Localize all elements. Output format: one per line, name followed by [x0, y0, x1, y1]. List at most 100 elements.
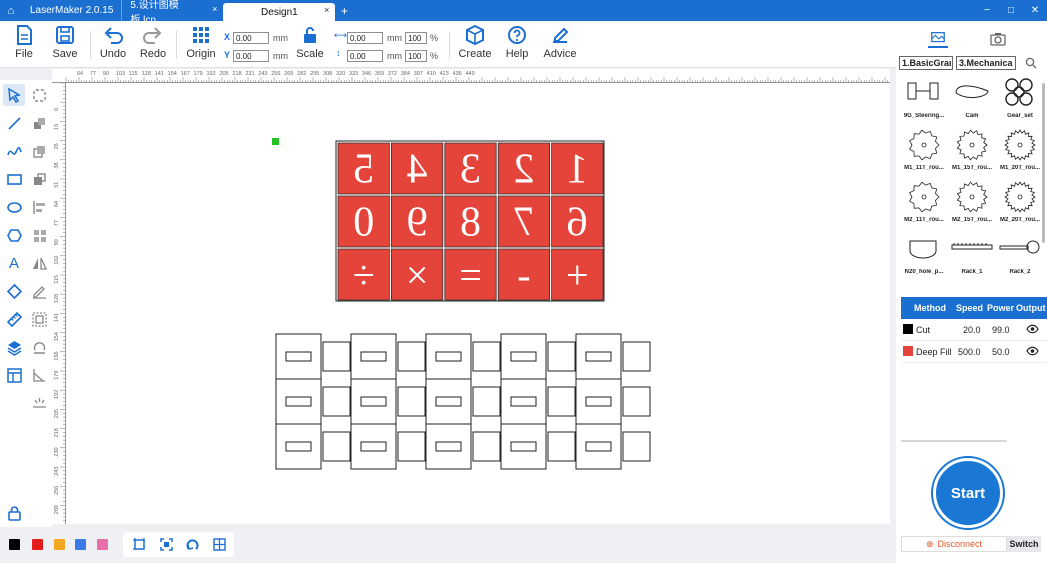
box-large[interactable] — [350, 423, 397, 470]
subtract-tool[interactable] — [28, 168, 50, 190]
library-item[interactable]: M2_11T_rou... — [900, 179, 948, 227]
box-large[interactable] — [575, 333, 622, 380]
rectangle-tool[interactable] — [3, 168, 25, 190]
layer-row-deep-fill[interactable]: Deep Fill 500.0 50.0 — [901, 341, 1047, 363]
undo-button[interactable]: Undo — [93, 24, 133, 60]
select-tool[interactable] — [3, 84, 25, 106]
library-item[interactable]: M1_20T_rou... — [996, 127, 1044, 175]
box-large[interactable] — [275, 378, 322, 425]
lock-canvas-button[interactable] — [3, 502, 25, 524]
edit-path-tool[interactable] — [28, 280, 50, 302]
box-grid-design[interactable] — [275, 333, 651, 470]
width-input[interactable] — [347, 32, 383, 44]
library-item[interactable]: Cam — [948, 75, 996, 123]
box-large[interactable] — [425, 333, 472, 380]
origin-button[interactable]: Origin — [181, 24, 221, 60]
box-small[interactable] — [547, 386, 576, 417]
fit-selection-icon[interactable] — [159, 537, 174, 552]
minimize-icon[interactable]: − — [975, 0, 999, 21]
save-button[interactable]: Save — [45, 24, 85, 60]
switch-button[interactable]: Switch — [1007, 536, 1041, 552]
close-window-icon[interactable]: ✕ — [1023, 0, 1047, 21]
box-small[interactable] — [322, 341, 351, 372]
category-select-mechanical[interactable]: 3.Mechanica ▾ — [956, 56, 1016, 70]
tab-camera-icon[interactable] — [988, 30, 1008, 48]
box-large[interactable] — [500, 423, 547, 470]
x-position-input[interactable] — [233, 32, 269, 44]
align-tool[interactable] — [28, 196, 50, 218]
box-small[interactable] — [622, 386, 651, 417]
home-icon[interactable]: ⌂ — [0, 0, 22, 21]
redo-button[interactable]: Redo — [133, 24, 173, 60]
box-large[interactable] — [350, 378, 397, 425]
library-scrollbar[interactable] — [1042, 83, 1045, 243]
library-item[interactable]: Gear_set — [996, 75, 1044, 123]
create-button[interactable]: Create — [455, 24, 495, 60]
layer-color-swatch[interactable] — [903, 324, 913, 334]
ellipse-tool[interactable] — [3, 196, 25, 218]
advice-button[interactable]: Advice — [540, 24, 580, 60]
box-large[interactable] — [500, 333, 547, 380]
y-position-input[interactable] — [233, 50, 269, 62]
design-canvas[interactable]: 5 4 3 2 1 0 9 8 7 6 ÷ × = - + — [66, 83, 890, 524]
box-large[interactable] — [425, 378, 472, 425]
ruler-tool[interactable] — [3, 308, 25, 330]
tab-library-icon[interactable] — [928, 30, 948, 48]
library-item[interactable]: M1_11T_rou... — [900, 127, 948, 175]
box-small[interactable] — [397, 386, 426, 417]
layer-row-cut[interactable]: Cut 20.0 99.0 — [901, 319, 1047, 341]
library-item[interactable]: N20_hole_p... — [900, 231, 948, 279]
node-edit-tool[interactable] — [28, 84, 50, 106]
combine-tool[interactable] — [28, 112, 50, 134]
angle-tool[interactable] — [28, 364, 50, 386]
grid-icon[interactable] — [212, 537, 227, 552]
scale-lock-button[interactable]: Scale — [290, 24, 330, 60]
tab-design1[interactable]: Design1 × — [223, 3, 336, 21]
text-tool[interactable]: A — [3, 252, 25, 274]
box-large[interactable] — [500, 378, 547, 425]
start-button[interactable]: Start — [933, 458, 1003, 528]
fit-page-icon[interactable] — [132, 537, 147, 552]
add-tab-button[interactable]: + — [335, 0, 353, 21]
eye-icon[interactable] — [1026, 324, 1039, 334]
origin-marker[interactable] — [272, 138, 279, 145]
curve-tool[interactable] — [3, 140, 25, 162]
box-small[interactable] — [472, 341, 501, 372]
color-blue[interactable] — [75, 539, 86, 550]
horizontal-ruler[interactable]: 64 77 90 103 115 128 141 154 167 179 192 205 218 231 2… — [52, 69, 890, 83]
eraser-tool[interactable] — [3, 280, 25, 302]
box-large[interactable] — [425, 423, 472, 470]
box-small[interactable] — [472, 431, 501, 462]
box-small[interactable] — [472, 386, 501, 417]
box-large[interactable] — [275, 333, 322, 380]
eye-icon[interactable] — [1026, 346, 1039, 356]
box-small[interactable] — [397, 431, 426, 462]
maximize-icon[interactable]: □ — [999, 0, 1023, 21]
laser-tool[interactable] — [28, 392, 50, 414]
file-button[interactable]: File — [4, 24, 44, 60]
box-large[interactable] — [575, 423, 622, 470]
box-large[interactable] — [575, 378, 622, 425]
close-icon[interactable]: × — [212, 4, 217, 14]
library-item[interactable]: M1_15T_rou... — [948, 127, 996, 175]
height-percent-input[interactable] — [405, 50, 427, 62]
height-input[interactable] — [347, 50, 383, 62]
color-pink[interactable] — [97, 539, 108, 550]
box-large[interactable] — [350, 333, 397, 380]
polygon-tool[interactable] — [3, 224, 25, 246]
layer-color-swatch[interactable] — [903, 346, 913, 356]
library-item[interactable]: Rack_2 — [996, 231, 1044, 279]
offset-tool[interactable] — [28, 336, 50, 358]
color-red[interactable] — [32, 539, 43, 550]
category-select-basic[interactable]: 1.BasicGraı ▾ — [899, 56, 953, 70]
vertical-ruler[interactable]: 0 13 26 38 51 64 77 90 102 115 128 141 154 166 179 192 2… — [52, 83, 66, 524]
close-icon[interactable]: × — [324, 5, 329, 15]
tab-template-file[interactable]: 5.设计图模板.lcp × — [121, 0, 217, 26]
box-large[interactable] — [275, 423, 322, 470]
color-orange[interactable] — [54, 539, 65, 550]
layers-tool[interactable] — [3, 336, 25, 358]
pan-icon[interactable] — [185, 537, 200, 552]
library-item[interactable]: 9G_Steering... — [900, 75, 948, 123]
array-tool[interactable] — [28, 224, 50, 246]
disconnect-button[interactable]: ⊗ Disconnect — [901, 536, 1007, 552]
